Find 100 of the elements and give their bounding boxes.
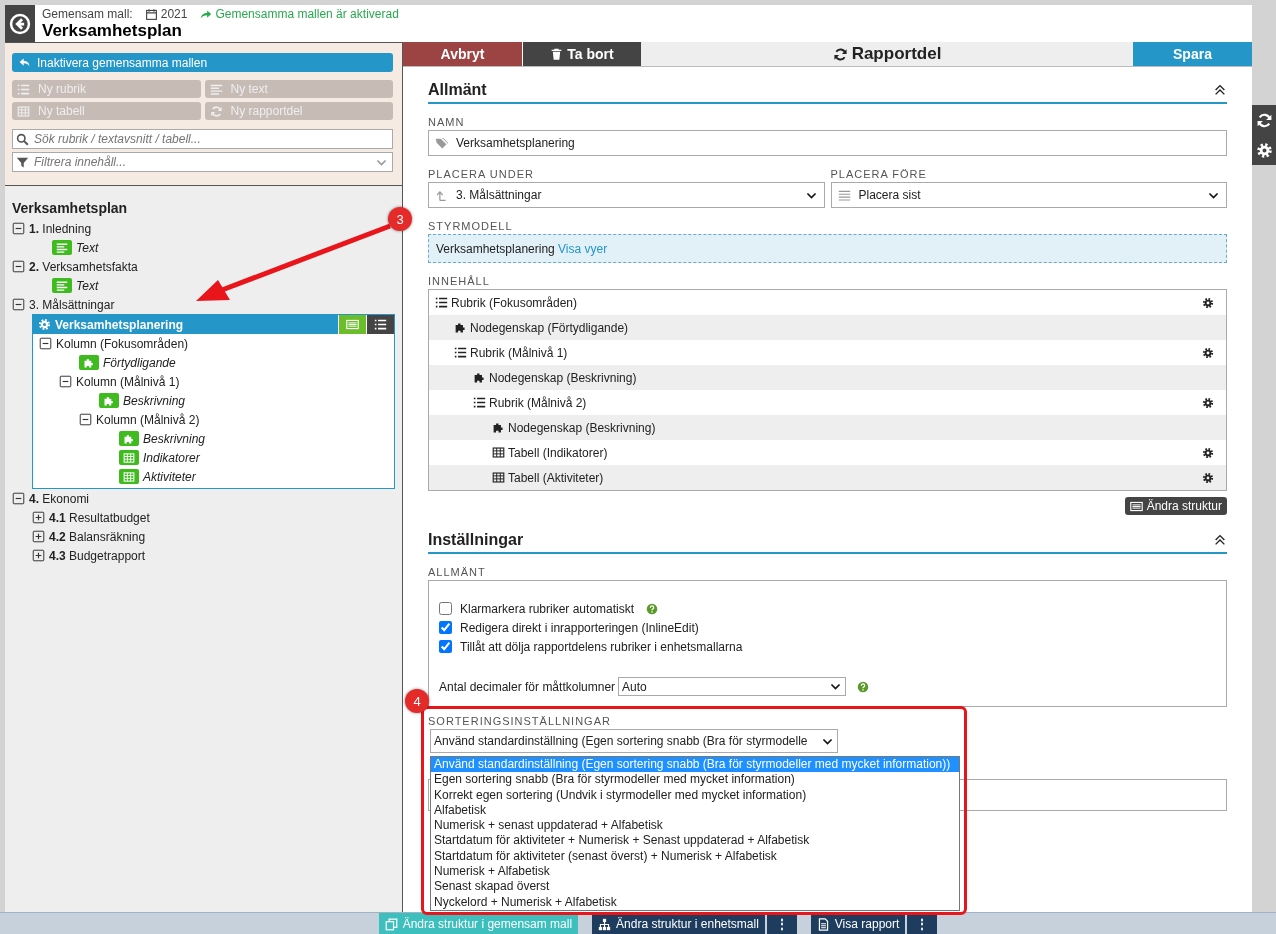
settings-icon[interactable] [1202,471,1214,484]
tree-item[interactable]: 2. Verksamhetsfakta [29,259,138,274]
content-row[interactable]: Rubrik (Fokusområden) [429,290,1226,315]
puzzle-icon [99,393,119,408]
tree-item[interactable]: Beskrivning [143,431,206,446]
tree-item[interactable]: 4. Ekonomi [29,491,90,506]
content-row[interactable]: Nodegenskap (Beskrivning) [429,415,1226,440]
settings-icon[interactable] [1202,396,1214,409]
tree-item[interactable]: Text [76,240,99,255]
tree-item[interactable]: Indikatorer [143,450,200,465]
puzzle-icon [473,371,486,384]
collapse-box-icon[interactable] [12,260,25,273]
field-label: SORTERINGSINSTÄLLNINGAR [428,715,612,727]
name-field[interactable]: Verksamhetsplanering [428,130,1227,156]
delete-button[interactable]: Ta bort [522,42,641,66]
collapse-box-icon[interactable] [12,222,25,235]
settings-icon[interactable] [1202,346,1214,359]
footer-button[interactable]: Visa rapport [810,913,906,934]
checkbox[interactable] [439,602,452,615]
content-row[interactable]: Rubrik (Målnivå 2) [429,390,1226,415]
collapse-icon[interactable] [1213,533,1227,547]
tree-item[interactable]: 4.3 Budgetrapport [49,548,146,563]
collapse-box-icon[interactable] [79,413,92,426]
content-row[interactable]: Rubrik (Målnivå 1) [429,340,1226,365]
field-label: INNEHÅLL [428,275,491,287]
expand-box-icon[interactable] [32,511,45,524]
content-row[interactable]: Tabell (Aktiviteter) [429,465,1226,490]
tree-item[interactable]: Kolumn (Fokusområden) [56,336,189,351]
card-icon [1129,499,1143,513]
content-row[interactable]: Tabell (Indikatorer) [429,440,1226,465]
copy-icon [384,917,398,931]
filter-dropdown[interactable]: Filtrera innehåll... [12,152,393,172]
content-row[interactable]: Nodegenskap (Beskrivning) [429,365,1226,390]
tree-item[interactable]: 4.2 Balansräkning [49,529,146,544]
puzzle-icon [119,431,139,446]
collapse-box-icon[interactable] [39,337,52,350]
panel-title: Rapportdel [851,44,942,64]
settings-icon[interactable] [1202,296,1214,309]
tree-item[interactable]: Kolumn (Målnivå 1) [76,374,180,389]
year-label: 2021 [160,7,188,21]
dropdown-option[interactable]: Startdatum för aktiviteter (senast överst) + Numerisk + Alfabetisk [431,848,959,865]
section-heading: Inställningar [428,531,524,549]
checkbox[interactable] [439,621,452,634]
select-field[interactable]: Använd standardinställning (Egen sortering snabb (Bra för styrmodelle [430,729,838,753]
tree-item[interactable]: Text [76,278,99,293]
content-row[interactable]: Nodegenskap (Förtydligande) [429,315,1226,340]
dropdown-option[interactable]: Nyckelord + Numerisk + Alfabetisk [431,894,959,910]
settings-icon[interactable] [1202,446,1214,459]
template-label: Gemensam mall: [42,7,133,21]
tree-item[interactable]: Kolumn (Målnivå 2) [96,412,200,427]
select-field[interactable]: Placera sist [830,182,1227,208]
more-button[interactable]: ⋮ [766,913,797,934]
expand-box-icon[interactable] [32,549,45,562]
collapse-icon[interactable] [1213,83,1227,97]
dropdown-option[interactable]: Alfabetisk [431,802,959,819]
sync-icon [832,46,848,62]
select-field[interactable]: Auto [618,677,847,696]
list-view-button[interactable] [366,315,394,334]
tree-item[interactable]: Aktiviteter [143,469,196,484]
card-icon [346,318,359,331]
more-button[interactable]: ⋮ [907,913,938,934]
dropdown-option[interactable]: Korrekt egen sortering (Undvik i styrmodeller med mycket information) [431,787,959,803]
puzzle-icon [492,421,505,434]
collapse-box-icon[interactable] [12,492,25,505]
dropdown-option[interactable]: Egen sortering snabb (Bra för styrmodeller med mycket information) [431,772,959,788]
checkbox-label: Klarmarkera rubriker automatiskt [460,601,635,616]
status-text: Gemensamma mallen är aktiverad [215,7,399,21]
select-field[interactable]: 3. Målsättningar [428,182,825,208]
text-lines-icon [52,278,72,293]
collapse-box-icon[interactable] [12,298,25,311]
field-label: ALLMÄNT [428,566,487,578]
footer-button[interactable]: Ändra struktur i enhetsmall [592,913,765,934]
dropdown-option[interactable]: Numerisk + senast uppdaterad + Alfabetisk [431,818,959,834]
change-structure-button[interactable]: Ändra struktur [1124,497,1227,515]
expand-box-icon[interactable] [32,530,45,543]
dropdown-option[interactable]: Startdatum för aktiviteter + Numerisk + Senast uppdaterad + Alfabetisk [431,833,959,849]
checkbox[interactable] [439,640,452,653]
tree-item[interactable]: 1. Inledning [29,221,92,236]
tree-item[interactable]: Förtydligande [103,355,176,370]
sync-icon[interactable] [1255,111,1273,129]
help-icon [857,680,870,693]
tree-item[interactable]: 4.1 Resultatbudget [49,510,150,525]
collapse-box-icon[interactable] [59,375,72,388]
help-icon[interactable] [646,602,659,615]
tree-item[interactable]: Beskrivning [123,393,186,408]
back-button[interactable] [5,5,35,42]
dropdown-option[interactable]: Numerisk + Alfabetisk [431,864,959,880]
tree-item[interactable]: 3. Målsättningar [29,297,115,312]
tag-icon [435,136,448,150]
settings-icon [38,318,51,331]
field-label: PLACERA UNDER [428,168,535,180]
cancel-button[interactable]: Avbryt [403,42,522,66]
text-lines-icon [209,82,223,96]
numbered-list-icon [374,318,387,331]
checkbox-label: Redigera direkt i inrapporteringen (InlineEdit) [460,620,699,635]
calendar-icon [144,7,158,21]
puzzle-icon [454,321,467,334]
search-field[interactable]: Sök rubrik / textavsnitt / tabell... [12,129,393,149]
sitemap-icon [598,917,612,931]
dropdown-option[interactable]: Senast skapad överst [431,879,959,895]
